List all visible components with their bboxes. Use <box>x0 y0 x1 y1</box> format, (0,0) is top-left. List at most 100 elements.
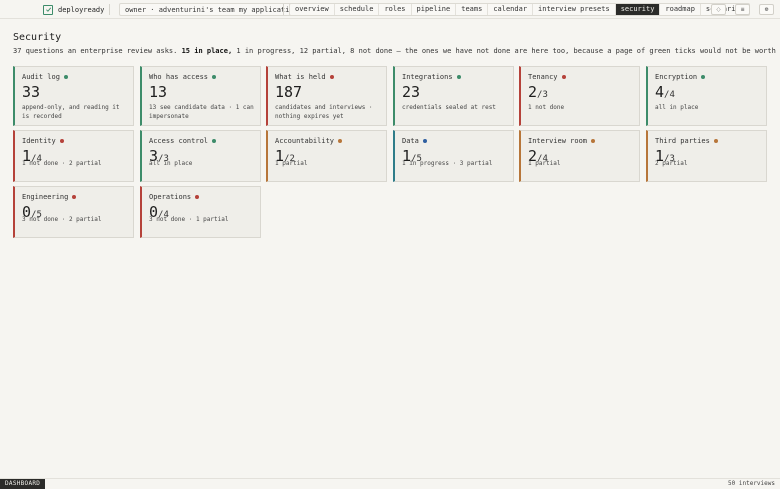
card-title: Interview room <box>528 137 596 145</box>
summary-lead: 37 questions an enterprise review asks. <box>13 47 178 55</box>
status-dot-icon <box>422 139 427 143</box>
theme-icon: ◌ <box>716 6 721 13</box>
nav-roles[interactable]: roles <box>379 4 412 15</box>
card-title: Data <box>402 137 427 145</box>
status-dot-icon <box>456 75 461 79</box>
divider <box>109 4 110 15</box>
card-total: /4 <box>664 90 675 100</box>
card-title: Accountability <box>275 137 343 145</box>
card-who-has-access[interactable]: Who has access 13 13 see candidate data · … <box>140 66 261 126</box>
card-value: 4/4 <box>655 84 675 104</box>
nav-calendar[interactable]: calendar <box>488 4 534 15</box>
status-dot-icon <box>72 195 77 199</box>
card-title-label: Accountability <box>275 137 335 145</box>
card-identity[interactable]: Identity 1/4 1 not done · 2 partial <box>13 130 134 182</box>
nav-roadmap[interactable]: roadmap <box>660 4 701 15</box>
interview-count: 50 interviews <box>728 480 775 487</box>
card-title-label: Data <box>402 137 419 145</box>
card-description: credentials sealed at rest <box>402 104 496 111</box>
status-dot-icon <box>561 75 566 79</box>
card-third-parties[interactable]: Third parties 1/3 2 partial <box>646 130 767 182</box>
card-count: 187 <box>275 83 303 101</box>
main-nav: overview schedule roles pipeline teams c… <box>289 3 750 16</box>
card-engineering[interactable]: Engineering 0/5 3 not done · 2 partial <box>13 186 134 238</box>
card-operations[interactable]: Operations 0/4 3 not done · 1 partial <box>140 186 261 238</box>
card-count: 2 <box>528 83 538 101</box>
brand-name: deployready <box>58 5 105 14</box>
card-description: all in place <box>655 104 699 111</box>
card-title: Tenancy <box>528 73 566 81</box>
card-title: Who has access <box>149 73 217 81</box>
settings-button[interactable]: ⚙ <box>759 4 774 15</box>
card-title: Operations <box>149 193 200 201</box>
card-value: 13 <box>149 84 167 104</box>
card-title-label: Encryption <box>655 73 698 81</box>
card-description: all in place <box>149 160 193 167</box>
card-count: 4 <box>655 83 665 101</box>
nav-interview-presets[interactable]: interview presets <box>533 4 616 15</box>
card-integrations[interactable]: Integrations 23 credentials sealed at rest <box>393 66 514 126</box>
footer-divider <box>0 478 780 479</box>
card-description: 13 see candidate data · 1 can impersonat… <box>149 104 254 120</box>
card-title: Encryption <box>655 73 706 81</box>
card-encryption[interactable]: Encryption 4/4 all in place <box>646 66 767 126</box>
card-value: 187 <box>275 84 302 104</box>
page-title: Security <box>13 32 62 43</box>
card-description: append-only, and reading it is recorded <box>22 104 120 120</box>
gear-icon: ⚙ <box>764 6 769 13</box>
check-logo-icon <box>43 4 53 15</box>
card-description: 1 not done · 2 partial <box>22 160 102 167</box>
card-title-label: Engineering <box>22 193 69 201</box>
page-summary: 37 questions an enterprise review asks. … <box>13 47 780 55</box>
card-description: 3 not done · 2 partial <box>22 216 102 223</box>
card-description: 1 partial <box>275 160 308 167</box>
status-dot-icon <box>591 139 596 143</box>
card-title-label: Audit log <box>22 73 60 81</box>
card-tenancy[interactable]: Tenancy 2/3 1 not done <box>519 66 640 126</box>
card-value: 2/3 <box>528 84 548 104</box>
menu-icon: ≡ <box>740 6 745 13</box>
brand[interactable]: deployready <box>43 4 104 15</box>
nav-pipeline[interactable]: pipeline <box>412 4 457 15</box>
card-description: 2 partial <box>655 160 688 167</box>
card-count: 33 <box>22 83 41 101</box>
status-dot-icon <box>338 139 343 143</box>
card-title-label: Operations <box>149 193 192 201</box>
card-title: Integrations <box>402 73 461 81</box>
nav-overview[interactable]: overview <box>290 4 335 15</box>
theme-toggle-button[interactable]: ◌ <box>711 4 726 15</box>
card-value: 23 <box>402 84 420 104</box>
card-access-control[interactable]: Access control 3/3 all in place <box>140 130 261 182</box>
owner-switcher[interactable]: owner · adventurini's team my applicatio… <box>119 3 309 16</box>
status-dot-icon <box>212 75 217 79</box>
card-title-label: Access control <box>149 137 209 145</box>
card-description: 1 not done <box>528 104 565 111</box>
dashboard-tab[interactable]: DASHBOARD <box>0 479 46 489</box>
card-title-label: Interview room <box>528 137 588 145</box>
status-dot-icon <box>701 75 706 79</box>
card-accountability[interactable]: Accountability 1/2 1 partial <box>266 130 387 182</box>
card-title: Access control <box>149 137 217 145</box>
nav-teams[interactable]: teams <box>456 4 489 15</box>
card-description: 1 partial <box>528 160 561 167</box>
card-title: Engineering <box>22 193 77 201</box>
card-title-label: Integrations <box>402 73 453 81</box>
summary-rest: 1 in progress, 12 partial, 8 not done — … <box>236 47 780 55</box>
nav-schedule[interactable]: schedule <box>335 4 380 15</box>
menu-button[interactable]: ≡ <box>735 4 750 15</box>
card-title-label: Tenancy <box>528 73 558 81</box>
card-title-label: Identity <box>22 137 56 145</box>
status-dot-icon <box>59 139 64 143</box>
card-count: 23 <box>402 83 421 101</box>
card-value: 33 <box>22 84 40 104</box>
card-title: What is held <box>275 73 334 81</box>
card-data[interactable]: Data 1/5 1 in progress · 3 partial <box>393 130 514 182</box>
card-description: 3 not done · 1 partial <box>149 216 229 223</box>
card-interview-room[interactable]: Interview room 2/4 1 partial <box>519 130 640 182</box>
card-description: candidates and interviews · nothing expi… <box>275 104 373 120</box>
card-what-is-held[interactable]: What is held 187 candidates and interviews… <box>266 66 387 126</box>
status-dot-icon <box>212 139 217 143</box>
card-count: 13 <box>149 83 168 101</box>
card-audit-log[interactable]: Audit log 33 append-only, and reading it i… <box>13 66 134 126</box>
nav-security[interactable]: security <box>615 4 661 15</box>
